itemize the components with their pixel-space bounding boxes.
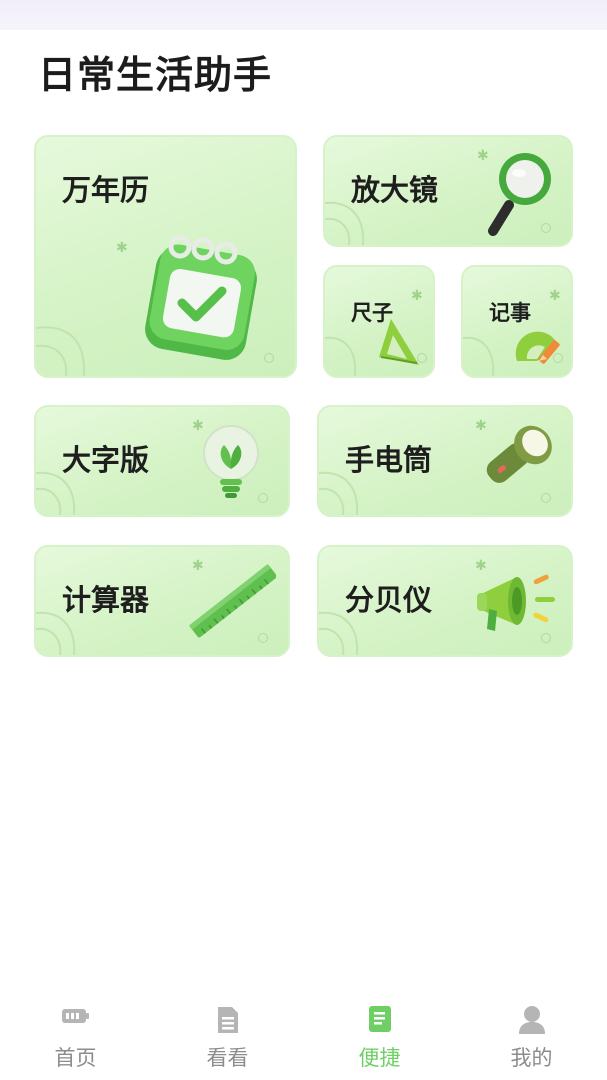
magnifier-card[interactable]: 放大镜 ✱ (323, 135, 573, 247)
lightbulb-icon (203, 425, 259, 498)
sparkle-decoration: ✱ (116, 240, 128, 256)
straight-ruler-icon (189, 564, 276, 638)
bottom-tab-bar: 首页 看看 便捷 我的 (0, 995, 607, 1080)
notes-card[interactable]: 记事 ✱ (461, 265, 573, 378)
tab-convenience-label: 便捷 (358, 1046, 401, 1070)
tab-mine-label: 我的 (510, 1046, 553, 1070)
sparkle-decoration: ✱ (411, 288, 423, 304)
large-font-card[interactable]: 大字版 ✱ (34, 405, 290, 517)
calendar-label: 万年历 (62, 173, 150, 207)
tab-home-label: 首页 (54, 1046, 97, 1070)
battery-icon (61, 1009, 89, 1023)
swirl-decoration (325, 201, 365, 245)
megaphone-icon (477, 574, 555, 631)
ruler-card[interactable]: 尺子 ✱ (323, 265, 435, 378)
tab-home[interactable]: 首页 (0, 995, 151, 1080)
protractor-pencil-icon (515, 331, 560, 364)
decibel-card[interactable]: 分贝仪 ✱ (317, 545, 573, 657)
calendar-card[interactable]: 万年历 ✱ (34, 135, 297, 378)
tab-convenience[interactable]: 便捷 (304, 995, 455, 1080)
tab-watch[interactable]: 看看 (152, 995, 303, 1080)
page-title: 日常生活助手 (38, 53, 273, 97)
sparkle-decoration: ✱ (549, 288, 561, 304)
swirl-decoration (36, 471, 76, 515)
swirl-decoration (463, 336, 495, 376)
swirl-decoration (325, 336, 357, 376)
document-icon (217, 1007, 238, 1033)
user-icon (518, 1006, 545, 1034)
magnifier-icon (488, 153, 551, 236)
flashlight-card[interactable]: 手电筒 ✱ (317, 405, 573, 517)
swirl-decoration (36, 611, 76, 655)
tab-watch-label: 看看 (206, 1046, 249, 1070)
calendar-icon (145, 235, 257, 360)
status-bar (0, 0, 607, 30)
tab-mine[interactable]: 我的 (456, 995, 607, 1080)
flashlight-icon (486, 425, 552, 483)
swirl-decoration (36, 326, 86, 376)
calculator-card[interactable]: 计算器 ✱ (34, 545, 290, 657)
notepad-icon (368, 1006, 391, 1032)
swirl-decoration (319, 471, 359, 515)
triangle-ruler-icon (379, 319, 419, 365)
swirl-decoration (319, 611, 359, 655)
